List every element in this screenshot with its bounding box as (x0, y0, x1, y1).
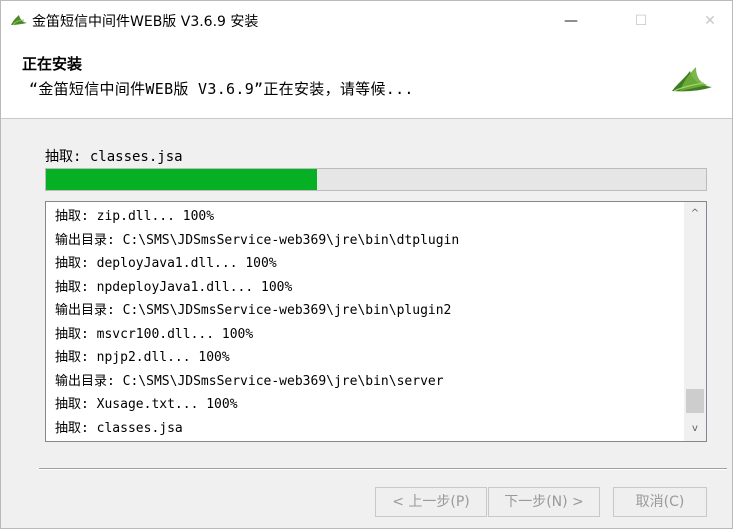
page-title: 正在安装 (22, 55, 83, 73)
maximize-button[interactable]: ☐ (618, 1, 664, 41)
log-line: 抽取: zip.dll... 100% (55, 209, 215, 224)
scroll-down-icon[interactable]: v (684, 419, 706, 439)
back-button[interactable]: < 上一步(P) (375, 487, 487, 517)
minimize-button[interactable]: — (548, 1, 594, 41)
jd-leaf-logo (672, 67, 712, 92)
title-bar[interactable]: 金笛短信中间件WEB版 V3.6.9 安装 — ☐ ✕ (1, 1, 732, 41)
log-line: 抽取: npjp2.dll... 100% (55, 350, 230, 365)
log-line: 抽取: classes.jsa (55, 420, 183, 436)
footer-divider (39, 468, 727, 470)
log-line: 抽取: Xusage.txt... 100% (55, 397, 238, 412)
install-log[interactable]: 抽取: zip.dll... 100% 输出目录: C:\SMS\JDSmsSer… (45, 201, 707, 442)
scroll-thumb[interactable] (686, 389, 704, 413)
close-button[interactable]: ✕ (687, 1, 732, 41)
page-subtitle: “金笛短信中间件WEB版 V3.6.9”正在安装，请等候... (29, 80, 414, 98)
progress-bar (45, 168, 707, 191)
log-scrollbar[interactable]: ^ v (684, 202, 706, 441)
log-line: 输出目录: C:\SMS\JDSmsService-web369\jre\bin… (55, 303, 452, 318)
log-line: 输出目录: C:\SMS\JDSmsService-web369\jre\bin… (55, 373, 444, 389)
next-button[interactable]: 下一步(N) > (488, 487, 600, 517)
installer-window: 金笛短信中间件WEB版 V3.6.9 安装 — ☐ ✕ 正在安装 “金笛短信中间… (0, 0, 733, 529)
cancel-button[interactable]: 取消(C) (613, 487, 707, 517)
jd-leaf-icon (11, 15, 27, 26)
log-lines: 抽取: zip.dll... 100% 输出目录: C:\SMS\JDSmsSer… (46, 205, 678, 437)
page-header: 正在安装 “金笛短信中间件WEB版 V3.6.9”正在安装，请等候... (1, 41, 732, 119)
log-line: 抽取: npdeployJava1.dll... 100% (55, 279, 293, 295)
progress-fill (46, 169, 317, 190)
log-line: 抽取: msvcr100.dll... 100% (55, 326, 254, 342)
window-title: 金笛短信中间件WEB版 V3.6.9 安装 (32, 14, 259, 30)
status-text: 抽取: classes.jsa (45, 149, 183, 165)
log-line: 抽取: deployJava1.dll... 100% (55, 256, 277, 271)
scroll-up-icon[interactable]: ^ (684, 204, 706, 224)
log-line: 输出目录: C:\SMS\JDSmsService-web369\jre\bin… (55, 232, 460, 248)
